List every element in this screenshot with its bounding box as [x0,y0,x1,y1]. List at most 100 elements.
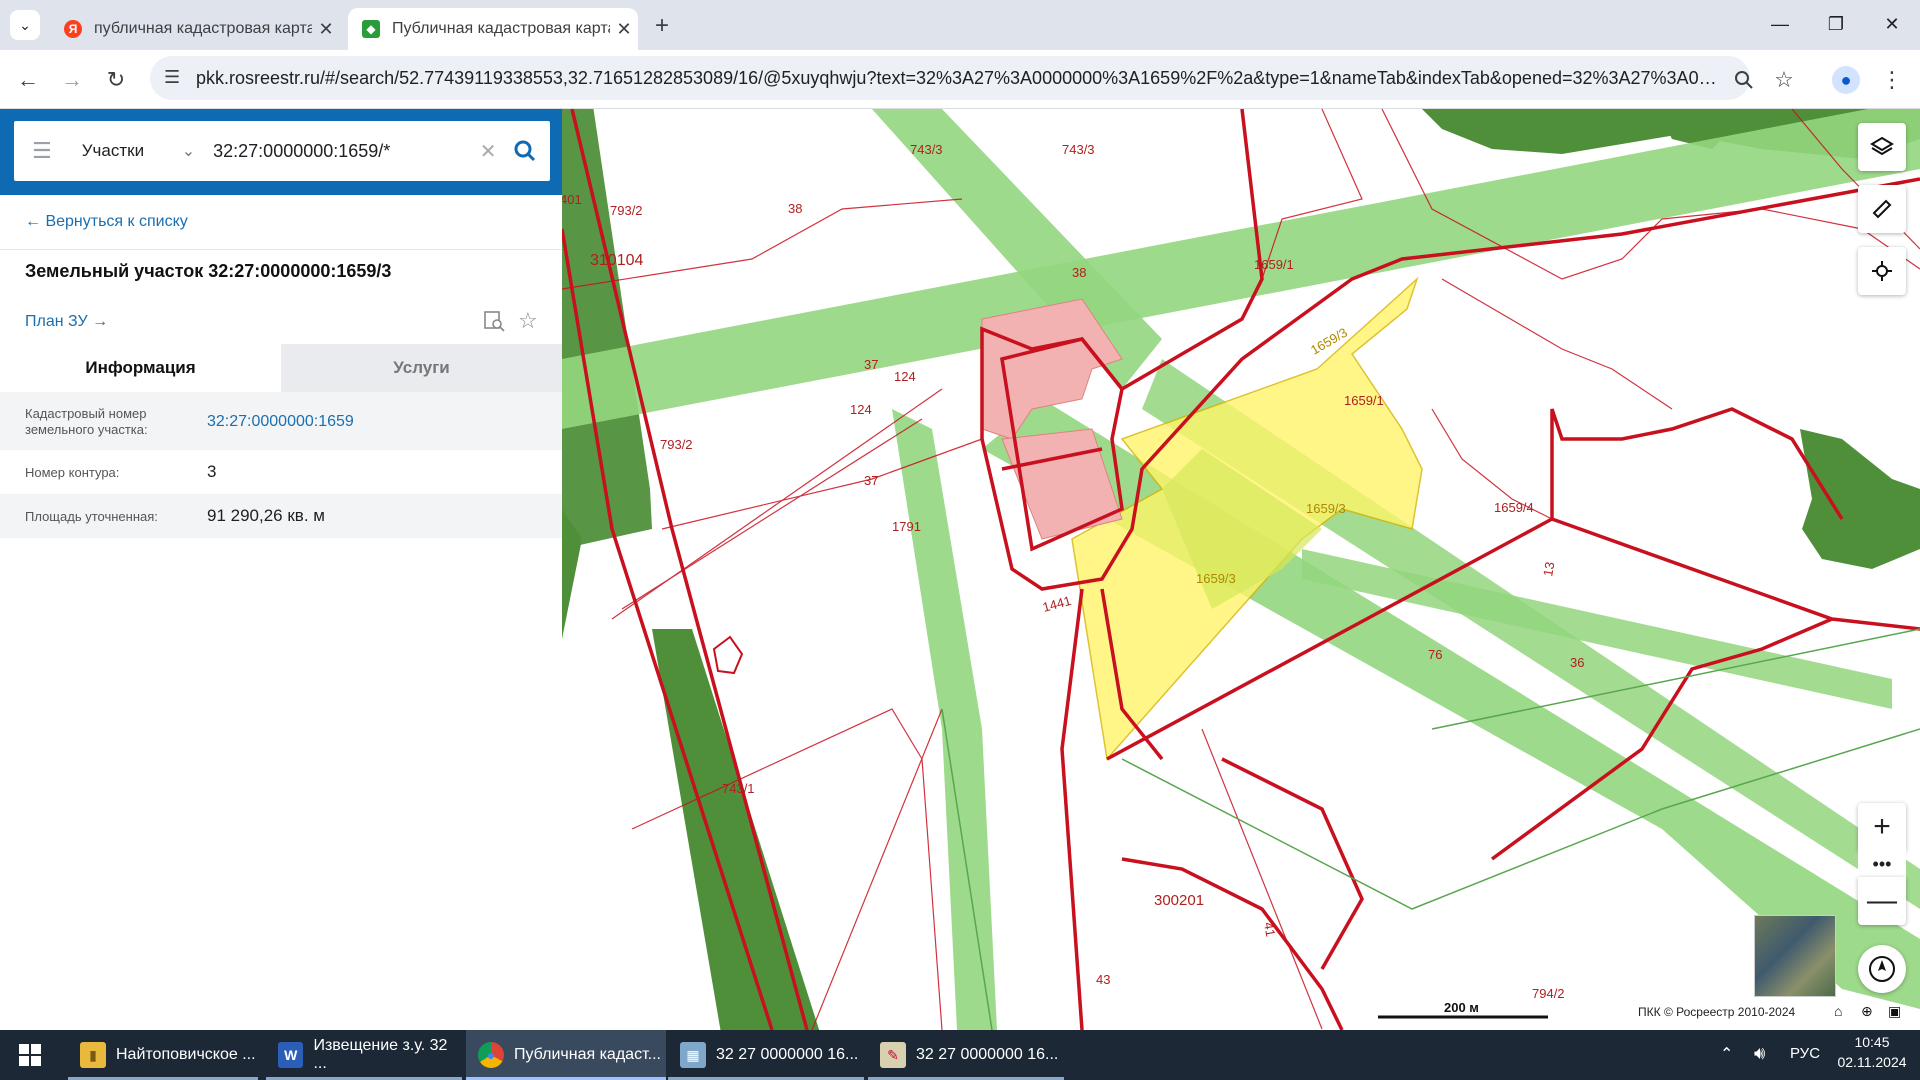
taskbar-app-chrome[interactable]: ● Публичная кадаст... [466,1030,666,1080]
forest-area [562,109,652,549]
map-label: 76 [1428,647,1442,662]
zoom-more-button[interactable]: ••• [1858,851,1906,877]
zoom-in-button[interactable]: + [1858,803,1906,851]
chevron-up-icon[interactable]: ⌃ [1720,1044,1733,1064]
chevron-down-icon[interactable]: ⌄ [182,141,195,161]
map-label: 743/3 [1062,142,1095,157]
forward-button[interactable]: → [54,62,90,98]
map-label: 1659/3 [1306,501,1346,516]
row-label: Площадь уточненная: [25,509,158,524]
row-label: Номер контура: [25,465,120,480]
browser-tab-pkk[interactable]: ◆ Публичная кадастровая карта ✕ [348,8,638,50]
tab-information[interactable]: Информация [0,344,281,392]
locate-button[interactable] [1858,247,1906,295]
plan-link[interactable]: План ЗУ → [25,313,108,331]
taskbar-app-photos[interactable]: ▦ 32 27 0000000 16... [668,1030,864,1080]
layers-button[interactable] [1858,123,1906,171]
map-label: 38 [788,201,802,216]
search-type-select[interactable]: Участки [82,141,182,161]
close-window-button[interactable]: ✕ [1864,0,1920,48]
more-icon: ••• [1872,853,1892,874]
back-to-list-link[interactable]: ← Вернуться к списку [25,213,188,231]
taskbar-app-label: 32 27 0000000 16... [916,1046,1059,1063]
map-label: 36 [1570,655,1584,670]
map-canvas[interactable]: 743/3 743/3 401 793/2 38 38 310104 1659/… [562,109,1920,1030]
tab-search-button[interactable]: ⌄ [10,10,40,40]
map-label: 1659/4 [1494,500,1534,515]
speaker-icon[interactable]: 🔊︎ [1754,1043,1765,1064]
back-button[interactable]: ← [10,62,46,98]
site-info-icon[interactable]: ☰ [164,67,180,88]
row-label: Кадастровый номер земельного участка: [25,406,148,437]
taskbar-app-paint[interactable]: ✎ 32 27 0000000 16... [868,1030,1064,1080]
star-icon: ☆ [1774,67,1794,92]
arrow-right-icon: → [61,67,83,92]
info-panel: ☰ Участки ⌄ 32:27:0000000:1659/* ✕ ‹ ← В… [0,109,584,1030]
row-value: 3 [207,462,217,481]
map-label: 124 [850,402,872,417]
rosreestr-icon: ◆ [362,20,380,38]
hamburger-menu-icon[interactable]: ☰ [32,138,52,164]
compass-button[interactable] [1858,945,1906,993]
word-icon: W [278,1042,304,1068]
paint-icon: ✎ [880,1042,906,1068]
road-band [892,409,997,1030]
image-viewer-icon: ▦ [680,1042,706,1068]
close-icon[interactable]: ✕ [610,19,638,40]
cadastral-number-link[interactable]: 32:27:0000000:1659 [207,413,354,431]
fullscreen-icon[interactable]: ▣ [1888,1003,1901,1020]
clear-icon[interactable]: ✕ [473,139,503,164]
map-label: 793/2 [610,203,643,218]
profile-button[interactable]: ● [1828,62,1864,98]
reload-button[interactable]: ↻ [98,62,134,98]
star-icon[interactable]: ☆ [518,308,538,334]
search-icon[interactable] [513,139,537,163]
road-band [562,109,1920,429]
row-value: 91 290,26 кв. м [207,506,325,525]
map-label: 41 [1261,921,1278,938]
parcel-border [1060,588,1084,1030]
minimize-button[interactable]: — [1752,0,1808,48]
clock-time: 10:45 [1854,1034,1890,1050]
url-text[interactable]: pkk.rosreestr.ru/#/search/52.77439119338… [196,68,1726,89]
clock[interactable]: 10:45 02.11.2024 [1832,1034,1912,1070]
restore-button[interactable]: ❐ [1808,0,1864,48]
forest-area [652,629,820,1030]
map-label: 43 [1096,972,1110,987]
taskbar-app-word[interactable]: W Извещение з.у. 32 ... [266,1030,462,1080]
locate-small-icon[interactable]: ⊕ [1861,1003,1873,1020]
folder-icon: ▮ [80,1042,106,1068]
home-icon[interactable]: ⌂ [1834,1003,1842,1019]
map-label: 1659/1 [1254,257,1294,272]
compass-icon [1869,956,1895,982]
bookmark-button[interactable]: ☆ [1766,62,1802,98]
zoom-out-button[interactable]: — [1858,877,1906,925]
parcel-border [1121,857,1344,1030]
scale-label: 200 м [1444,1000,1479,1015]
windows-taskbar: ▮ Найтоповичское ... W Извещение з.у. 32… [0,1030,1920,1080]
start-button[interactable] [0,1030,60,1080]
ruler-icon [1872,199,1892,219]
address-bar[interactable]: ☰ pkk.rosreestr.ru/#/search/52.774391193… [150,56,1750,100]
satellite-thumbnail[interactable] [1754,915,1836,997]
taskbar-app-explorer[interactable]: ▮ Найтоповичское ... [68,1030,258,1080]
preview-search-icon[interactable] [483,310,505,332]
menu-button[interactable]: ⋮ [1874,62,1910,98]
zoom-button[interactable] [1726,62,1762,98]
tab-services[interactable]: Услуги [281,344,562,392]
close-icon[interactable]: ✕ [312,19,340,40]
browser-tab-yandex[interactable]: Я публичная кадастровая карта ✕ [50,8,340,50]
new-tab-button[interactable]: + [648,12,676,40]
cadastral-map[interactable]: 743/3 743/3 401 793/2 38 38 310104 1659/… [562,109,1920,1030]
plus-icon: + [1873,810,1891,843]
divider [0,249,562,250]
search-box: ☰ Участки ⌄ 32:27:0000000:1659/* ✕ [14,121,550,181]
map-label: 743/3 [910,142,943,157]
tab-label: Услуги [393,358,450,377]
language-indicator[interactable]: РУС [1790,1045,1820,1062]
measure-button[interactable] [1858,185,1906,233]
map-label: 124 [894,369,916,384]
tab-title: Публичная кадастровая карта [392,20,610,37]
avatar-icon: ● [1832,66,1860,94]
search-input[interactable]: 32:27:0000000:1659/* [213,141,473,162]
